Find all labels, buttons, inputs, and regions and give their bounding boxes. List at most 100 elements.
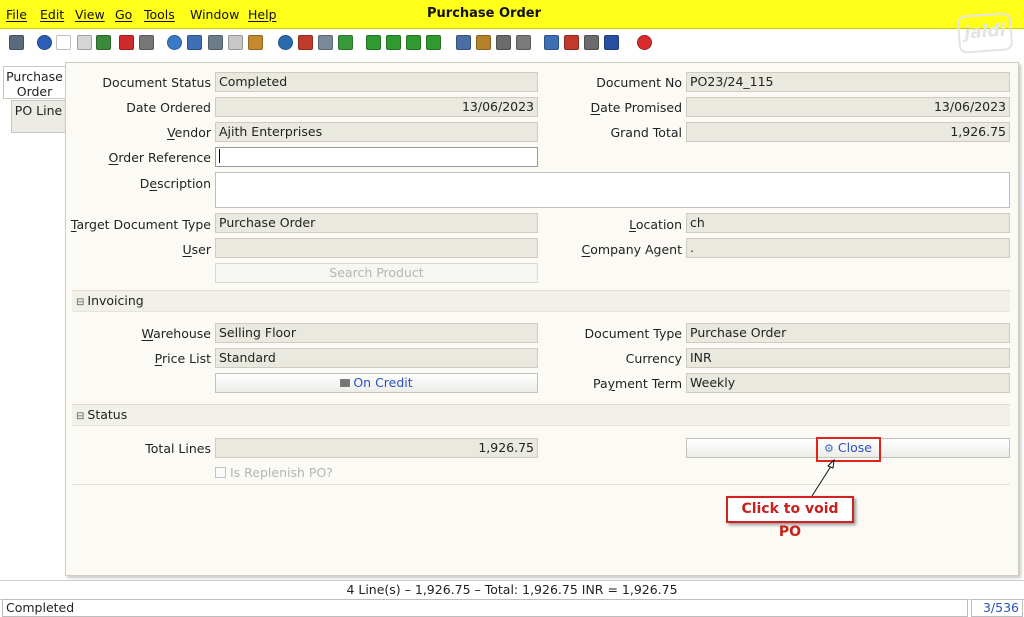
payment-term-field: Weekly [686, 373, 1010, 393]
callout-arrow [811, 458, 835, 497]
status-section-title: Status [87, 407, 128, 422]
find-icon[interactable] [187, 35, 202, 50]
status-section-header[interactable]: ⊟ Status [72, 404, 1010, 426]
user-field [215, 238, 538, 258]
date-promised-field: 13/06/2023 [686, 97, 1010, 117]
target-document-type-label-rest: arget Document Type [76, 217, 211, 232]
history-icon[interactable] [278, 35, 293, 50]
forward-icon[interactable] [338, 35, 353, 50]
undo-icon[interactable] [9, 35, 24, 50]
description-label-rest: scription [157, 176, 211, 191]
menu-view[interactable]: View [75, 7, 105, 22]
invoicing-section-header[interactable]: ⊟ Invoicing [72, 290, 1010, 312]
product-info-icon[interactable] [584, 35, 599, 50]
report-icon[interactable] [456, 35, 471, 50]
collapse-icon[interactable]: ⊟ [76, 297, 84, 308]
menu-bar: File Edit View Go Tools Window Help Purc… [0, 0, 1024, 29]
payment-term-label: Payment Term [592, 376, 682, 391]
tab-purchase-order[interactable]: Purchase Order [3, 66, 66, 99]
date-promised-label: Date Promised [590, 100, 682, 115]
print-preview-icon[interactable] [496, 35, 511, 50]
total-lines-label: Total Lines [145, 441, 211, 456]
workflow-icon[interactable] [564, 35, 579, 50]
save-icon[interactable] [96, 35, 111, 50]
chat-icon[interactable] [228, 35, 243, 50]
previous-record-icon[interactable] [386, 35, 401, 50]
tab-po-line[interactable]: PO Line [11, 100, 66, 133]
delete-selection-icon[interactable] [139, 35, 154, 50]
home-icon[interactable] [298, 35, 313, 50]
currency-label: Currency [625, 351, 682, 366]
description-textarea[interactable] [215, 172, 1010, 208]
order-reference-label: Order Reference [108, 150, 211, 165]
company-agent-label-rest: ompany Agent [590, 242, 682, 257]
document-status-field: Completed [215, 72, 538, 92]
menu-window[interactable]: Window [190, 7, 239, 22]
print-icon[interactable] [516, 35, 531, 50]
record-counter[interactable]: 3/536 [971, 599, 1023, 617]
cash-register-icon [340, 379, 351, 387]
target-document-type-field: Purchase Order [215, 213, 538, 233]
user-label: User [182, 242, 212, 257]
payment-rule-label: On Credit [353, 375, 413, 390]
menu-tools[interactable]: Tools [144, 7, 175, 22]
warehouse-field: Selling Floor [215, 323, 538, 343]
search-product-button[interactable]: Search Product [215, 263, 538, 283]
currency-field: INR [686, 348, 1010, 368]
document-status-label: Document Status [102, 75, 211, 90]
copy-record-icon[interactable] [77, 35, 92, 50]
location-label: Location [629, 217, 682, 232]
last-record-icon[interactable] [426, 35, 441, 50]
grand-total-label: Grand Total [610, 125, 682, 140]
warehouse-label-rest: arehouse [153, 326, 211, 341]
delete-icon[interactable] [119, 35, 134, 50]
back-icon[interactable] [318, 35, 333, 50]
total-lines-field: 1,926.75 [215, 438, 538, 458]
company-agent-label: Company Agent [581, 242, 682, 257]
replenish-po-checkbox[interactable]: Is Replenish PO? [215, 465, 333, 480]
menu-edit[interactable]: Edit [40, 7, 64, 22]
user-label-rest: ser [191, 242, 211, 257]
toolbar [0, 30, 1024, 56]
date-promised-label-rest: ate Promised [600, 100, 682, 115]
archive-icon[interactable] [476, 35, 491, 50]
document-no-label: Document No [596, 75, 682, 90]
date-ordered-field: 13/06/2023 [215, 97, 538, 117]
void-po-callout: Click to void PO [726, 496, 854, 540]
section-divider [72, 484, 1010, 485]
order-reference-label-rest: rder Reference [118, 150, 211, 165]
company-agent-field: . [686, 238, 1010, 258]
location-field: ch [686, 213, 1010, 233]
request-icon[interactable] [604, 35, 619, 50]
document-no-field: PO23/24_115 [686, 72, 1010, 92]
exit-icon[interactable] [637, 35, 652, 50]
date-ordered-label: Date Ordered [126, 100, 211, 115]
document-type-label: Document Type [584, 326, 682, 341]
order-reference-input[interactable] [215, 147, 538, 167]
menu-help[interactable]: Help [248, 7, 277, 22]
menu-file[interactable]: File [6, 7, 27, 22]
document-type-field: Purchase Order [686, 323, 1010, 343]
zoom-across-icon[interactable] [544, 35, 559, 50]
invoicing-section-title: Invoicing [87, 293, 144, 308]
target-document-type-label: Target Document Type [70, 217, 211, 232]
checkbox-box[interactable] [215, 467, 226, 478]
payment-rule-button[interactable]: On Credit [215, 373, 538, 393]
grand-total-field: 1,926.75 [686, 122, 1010, 142]
replenish-po-label: Is Replenish PO? [230, 465, 333, 480]
new-record-icon[interactable] [56, 35, 71, 50]
warehouse-label: Warehouse [141, 326, 211, 341]
vendor-label-rest: endor [174, 125, 211, 140]
price-list-label: Price List [154, 351, 211, 366]
window-title: Purchase Order [427, 6, 542, 21]
first-record-icon[interactable] [366, 35, 381, 50]
vendor-field: Ajith Enterprises [215, 122, 538, 142]
description-label: Description [139, 176, 211, 191]
attachment-icon[interactable] [208, 35, 223, 50]
next-record-icon[interactable] [406, 35, 421, 50]
refresh-icon[interactable] [167, 35, 182, 50]
menu-go[interactable]: Go [115, 7, 132, 22]
collapse-icon[interactable]: ⊟ [76, 411, 84, 422]
help-icon[interactable] [37, 35, 52, 50]
grid-toggle-icon[interactable] [248, 35, 263, 50]
